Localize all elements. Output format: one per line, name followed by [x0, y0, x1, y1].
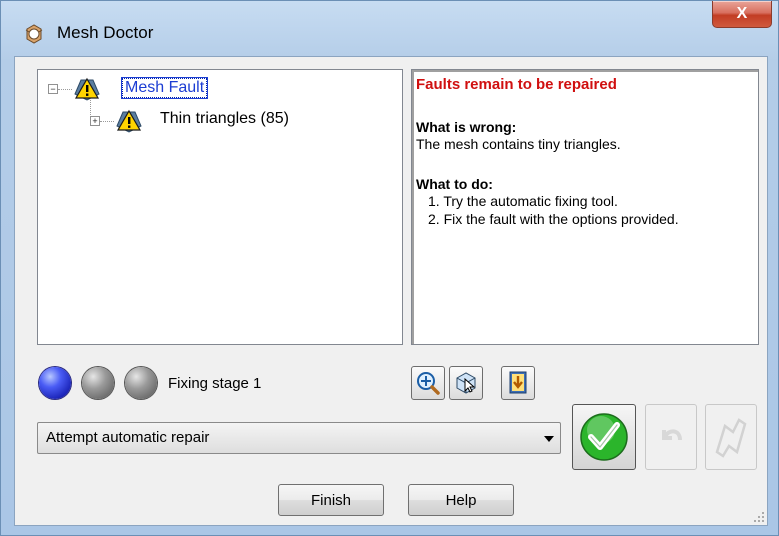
what-to-do-heading: What to do: — [416, 176, 493, 192]
view-select-button[interactable] — [449, 366, 483, 400]
todo-item: 1. Try the automatic fixing tool. — [428, 193, 618, 209]
help-button[interactable]: Help — [408, 484, 514, 516]
view-select-icon — [456, 372, 476, 394]
warning-icon — [72, 76, 102, 105]
tree-node-thin-triangles[interactable]: Thin triangles (85) — [160, 110, 289, 128]
fault-tree[interactable]: − Mesh Fault + Thin triangles (85) — [37, 69, 403, 345]
finish-button[interactable]: Finish — [278, 484, 384, 516]
zoom-button[interactable] — [411, 366, 445, 400]
todo-item: 2. Fix the fault with the options provid… — [428, 211, 679, 227]
stage-label: Fixing stage 1 — [168, 375, 262, 392]
tree-node-mesh-fault[interactable]: Mesh Fault — [120, 77, 209, 99]
undo-button[interactable] — [645, 404, 697, 470]
stage-indicator-3 — [125, 367, 157, 399]
redo-button[interactable] — [705, 404, 757, 470]
warning-icon — [114, 108, 144, 137]
collapse-toggle[interactable]: − — [48, 84, 58, 94]
mesh-doctor-window: Mesh Doctor X − Mesh Fault + Thin triang… — [0, 0, 779, 536]
close-button[interactable]: X — [712, 1, 772, 28]
apply-button[interactable] — [572, 404, 636, 470]
fault-info-panel: Faults remain to be repaired What is wro… — [411, 69, 759, 345]
export-icon — [509, 371, 527, 394]
undo-icon — [662, 429, 682, 441]
title-bar[interactable]: Mesh Doctor X — [1, 1, 778, 53]
repair-option-value: Attempt automatic repair — [46, 429, 210, 446]
status-text: Faults remain to be repaired — [416, 76, 617, 93]
what-is-wrong-heading: What is wrong: — [416, 119, 517, 135]
export-button[interactable] — [501, 366, 535, 400]
what-is-wrong-text: The mesh contains tiny triangles. — [416, 136, 621, 152]
stage-indicator-2 — [82, 367, 114, 399]
resize-grip-icon[interactable] — [753, 511, 765, 523]
expand-toggle[interactable]: + — [90, 116, 100, 126]
window-title: Mesh Doctor — [57, 23, 154, 42]
stage-indicator-1 — [39, 367, 71, 399]
tree-connector — [58, 89, 72, 90]
zoom-icon — [417, 372, 440, 395]
close-icon: X — [736, 5, 748, 22]
check-icon — [580, 413, 628, 461]
app-icon — [23, 23, 45, 45]
redo-icon — [715, 418, 747, 458]
repair-option-select[interactable]: Attempt automatic repair — [37, 422, 561, 454]
dialog-body: − Mesh Fault + Thin triangles (85) Fault… — [14, 56, 768, 526]
tree-connector — [100, 121, 114, 122]
chevron-down-icon — [544, 436, 554, 442]
